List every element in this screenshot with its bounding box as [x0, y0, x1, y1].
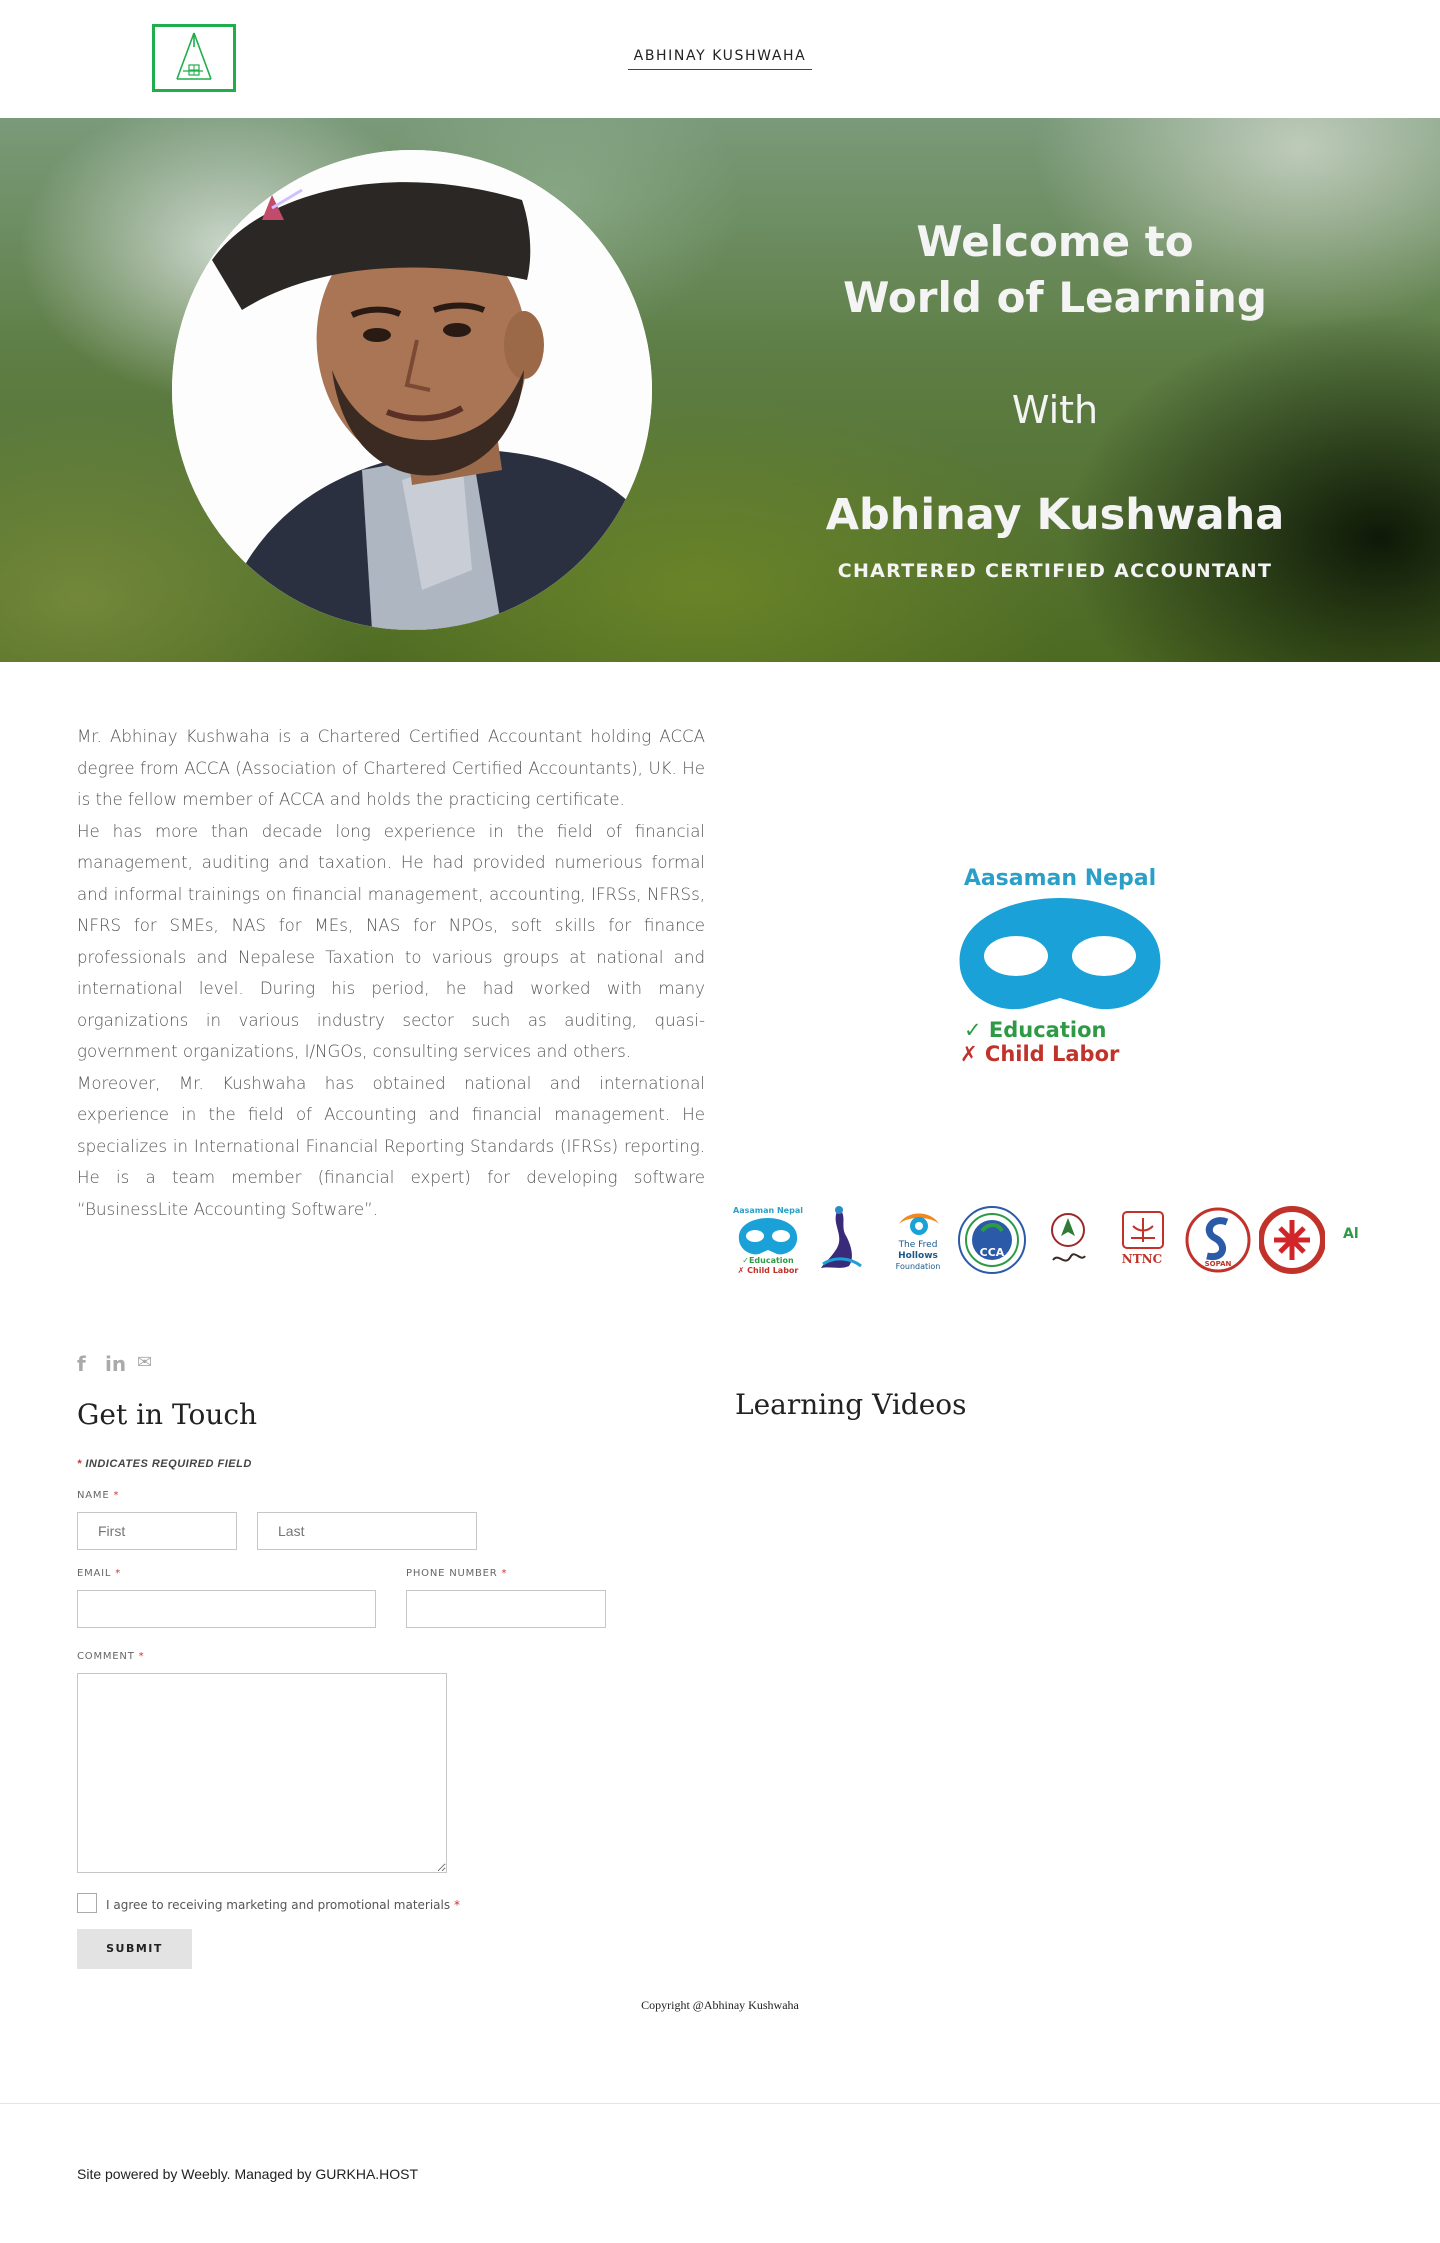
profile-photo: [172, 150, 652, 630]
partner-aasaman-logo: Aasaman Nepal ✓Education ✗ Child Labor: [733, 1204, 803, 1280]
partner-aasaman-title: Aasaman Nepal: [733, 1206, 803, 1215]
name-label-text: NAME: [77, 1490, 110, 1501]
first-name-input[interactable]: [77, 1512, 237, 1550]
hero-banner: Welcome to World of Learning With Abhina…: [0, 118, 1440, 662]
partner-fred-line2: Hollows: [898, 1251, 938, 1261]
consent-label-text: I agree to receiving marketing and promo…: [106, 1898, 451, 1912]
required-star: *: [453, 1898, 460, 1912]
ngo-child-labor-line: ✗ Child Labor: [960, 1042, 1120, 1066]
partner-shiv-logo: [1033, 1204, 1103, 1280]
copyright-text: Copyright @Abhinay Kushwaha: [641, 1998, 799, 2012]
partner-partial-logo: Al: [1343, 1204, 1365, 1280]
email-label-text: EMAIL: [77, 1568, 112, 1579]
partner-mermaid-logo: [815, 1204, 885, 1280]
partner-sopan-logo: SOPAN: [1183, 1204, 1253, 1280]
partner-ntnc-logo: NTNC: [1107, 1204, 1177, 1280]
hero-with: With: [1011, 388, 1099, 432]
aasaman-nepal-logo: Aasaman Nepal ✓ Education ✗ Child Labor: [940, 862, 1180, 1082]
videos-title: Learning Videos: [735, 1388, 967, 1421]
submit-button[interactable]: SUBMIT: [77, 1929, 192, 1969]
partner-cca-logo: CCA: [957, 1204, 1027, 1280]
site-header: ABHINAY KUSHWAHA: [0, 0, 1440, 118]
hero-name: Abhinay Kushwaha: [825, 490, 1285, 540]
about-paragraph: Mr. Abhinay Kushwaha is a Chartered Cert…: [77, 727, 705, 809]
hero-role: CHARTERED CERTIFIED ACCOUNTANT: [837, 560, 1273, 582]
partner-fred-hollows-logo: The Fred Hollows Foundation: [883, 1204, 953, 1280]
linkedin-icon[interactable]: in: [105, 1352, 126, 1376]
hero-welcome-line2: World of Learning: [843, 273, 1267, 322]
ngo-title: Aasaman Nepal: [963, 866, 1157, 891]
about-paragraph: He has more than decade long experience …: [77, 821, 705, 1062]
phone-field[interactable]: [406, 1590, 606, 1628]
caritas-logo-icon: [1257, 1204, 1327, 1280]
phone-label: PHONE NUMBER *: [406, 1568, 507, 1579]
partner-fred-line1: The Fred: [898, 1240, 938, 1250]
facebook-icon[interactable]: f: [77, 1352, 86, 1376]
last-name-input[interactable]: [257, 1512, 477, 1550]
ngo-education-line: ✓ Education: [964, 1018, 1107, 1042]
comment-label: COMMENT *: [77, 1651, 144, 1662]
partner-aasaman-line2: ✗ Child Labor: [737, 1266, 799, 1275]
partner-sopan-label: SOPAN: [1204, 1260, 1232, 1268]
partner-ntnc-label: NTNC: [1121, 1252, 1163, 1266]
required-note-text: INDICATES REQUIRED FIELD: [85, 1458, 252, 1470]
consent-checkbox[interactable]: [77, 1893, 97, 1913]
required-star: *: [77, 1458, 82, 1470]
partner-fred-line3: Foundation: [895, 1262, 941, 1271]
email-field[interactable]: [77, 1590, 376, 1628]
email-label: EMAIL *: [77, 1568, 121, 1579]
hero-welcome-line1: Welcome to: [916, 217, 1194, 266]
hero-welcome: Welcome to World of Learning: [820, 214, 1290, 326]
name-label: NAME *: [77, 1490, 119, 1501]
comment-textarea[interactable]: [77, 1673, 447, 1873]
footer-divider: [0, 2103, 1440, 2104]
contact-title: Get in Touch: [77, 1398, 258, 1431]
partner-cca-label: CCA: [979, 1246, 1005, 1259]
partner-logos-strip: Aasaman Nepal ✓Education ✗ Child Labor T…: [733, 1204, 1365, 1280]
phone-label-text: PHONE NUMBER: [406, 1568, 498, 1579]
required-star: *: [115, 1568, 122, 1579]
partner-aasaman-line1: ✓Education: [742, 1256, 794, 1265]
required-star: *: [501, 1568, 508, 1579]
about-text: Mr. Abhinay Kushwaha is a Chartered Cert…: [77, 721, 705, 1225]
partner-partial-label: Al: [1343, 1226, 1359, 1242]
required-note: * INDICATES REQUIRED FIELD: [77, 1458, 252, 1470]
footer-powered-by[interactable]: Site powered by Weebly. Managed by GURKH…: [77, 2166, 418, 2182]
about-paragraph: Moreover, Mr. Kushwaha has obtained nati…: [77, 1073, 705, 1219]
comment-label-text: COMMENT: [77, 1651, 135, 1662]
required-star: *: [138, 1651, 145, 1662]
required-star: *: [113, 1490, 120, 1501]
site-title-wrapper: ABHINAY KUSHWAHA: [0, 47, 1440, 70]
site-title[interactable]: ABHINAY KUSHWAHA: [627, 48, 813, 70]
consent-label: I agree to receiving marketing and promo…: [106, 1898, 460, 1912]
mail-icon[interactable]: ✉: [137, 1352, 152, 1373]
